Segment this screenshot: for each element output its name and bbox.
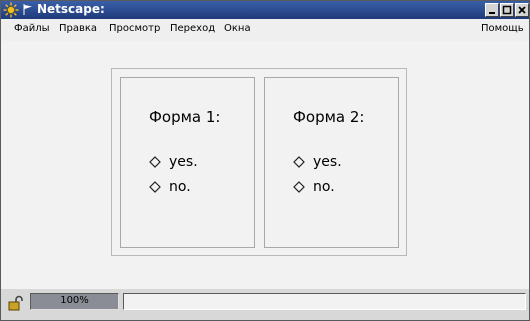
window-title: Netscape: (37, 2, 105, 16)
security-lock-icon[interactable] (8, 295, 24, 311)
radio-label: no. (313, 179, 335, 195)
status-bar: 100% (1, 289, 529, 320)
menu-files[interactable]: Файлы (14, 23, 50, 34)
menu-help[interactable]: Помощь (481, 23, 524, 34)
flag-icon (23, 4, 32, 15)
radio-label: no. (169, 179, 191, 195)
diamond-radio-icon[interactable] (149, 181, 161, 193)
title-bar[interactable]: Netscape: (1, 1, 529, 19)
close-icon (518, 6, 526, 14)
progress-text: 100% (60, 295, 89, 306)
menu-go[interactable]: Переход (170, 23, 215, 34)
app-sun-icon[interactable] (3, 2, 19, 18)
minimize-button[interactable] (485, 3, 499, 17)
form-2-title: Форма 2: (293, 108, 365, 126)
diamond-radio-icon[interactable] (149, 156, 161, 168)
page-content: Форма 1: yes. no. Форма 2: yes. no. (1, 41, 529, 289)
menu-view[interactable]: Просмотр (109, 23, 160, 34)
minimize-icon (489, 12, 495, 14)
radio-label: yes. (313, 154, 342, 170)
frameset: Форма 1: yes. no. Форма 2: yes. no. (111, 68, 407, 256)
menu-windows[interactable]: Окна (224, 23, 251, 34)
form-1-title: Форма 1: (149, 108, 221, 126)
frame-2: Форма 2: yes. no. (264, 77, 399, 248)
menu-edit[interactable]: Правка (59, 23, 97, 34)
maximize-icon (502, 5, 512, 15)
browser-window: Netscape: Файлы Правка Просмотр Переход … (0, 0, 530, 321)
menu-bar: Файлы Правка Просмотр Переход Окна Помощ… (1, 19, 529, 41)
diamond-radio-icon[interactable] (293, 181, 305, 193)
maximize-button[interactable] (500, 3, 514, 17)
frame-1: Форма 1: yes. no. (120, 77, 255, 248)
diamond-radio-icon[interactable] (293, 156, 305, 168)
status-message (123, 293, 526, 310)
radio-label: yes. (169, 154, 198, 170)
progress-bar: 100% (30, 293, 119, 310)
close-button[interactable] (515, 3, 529, 17)
